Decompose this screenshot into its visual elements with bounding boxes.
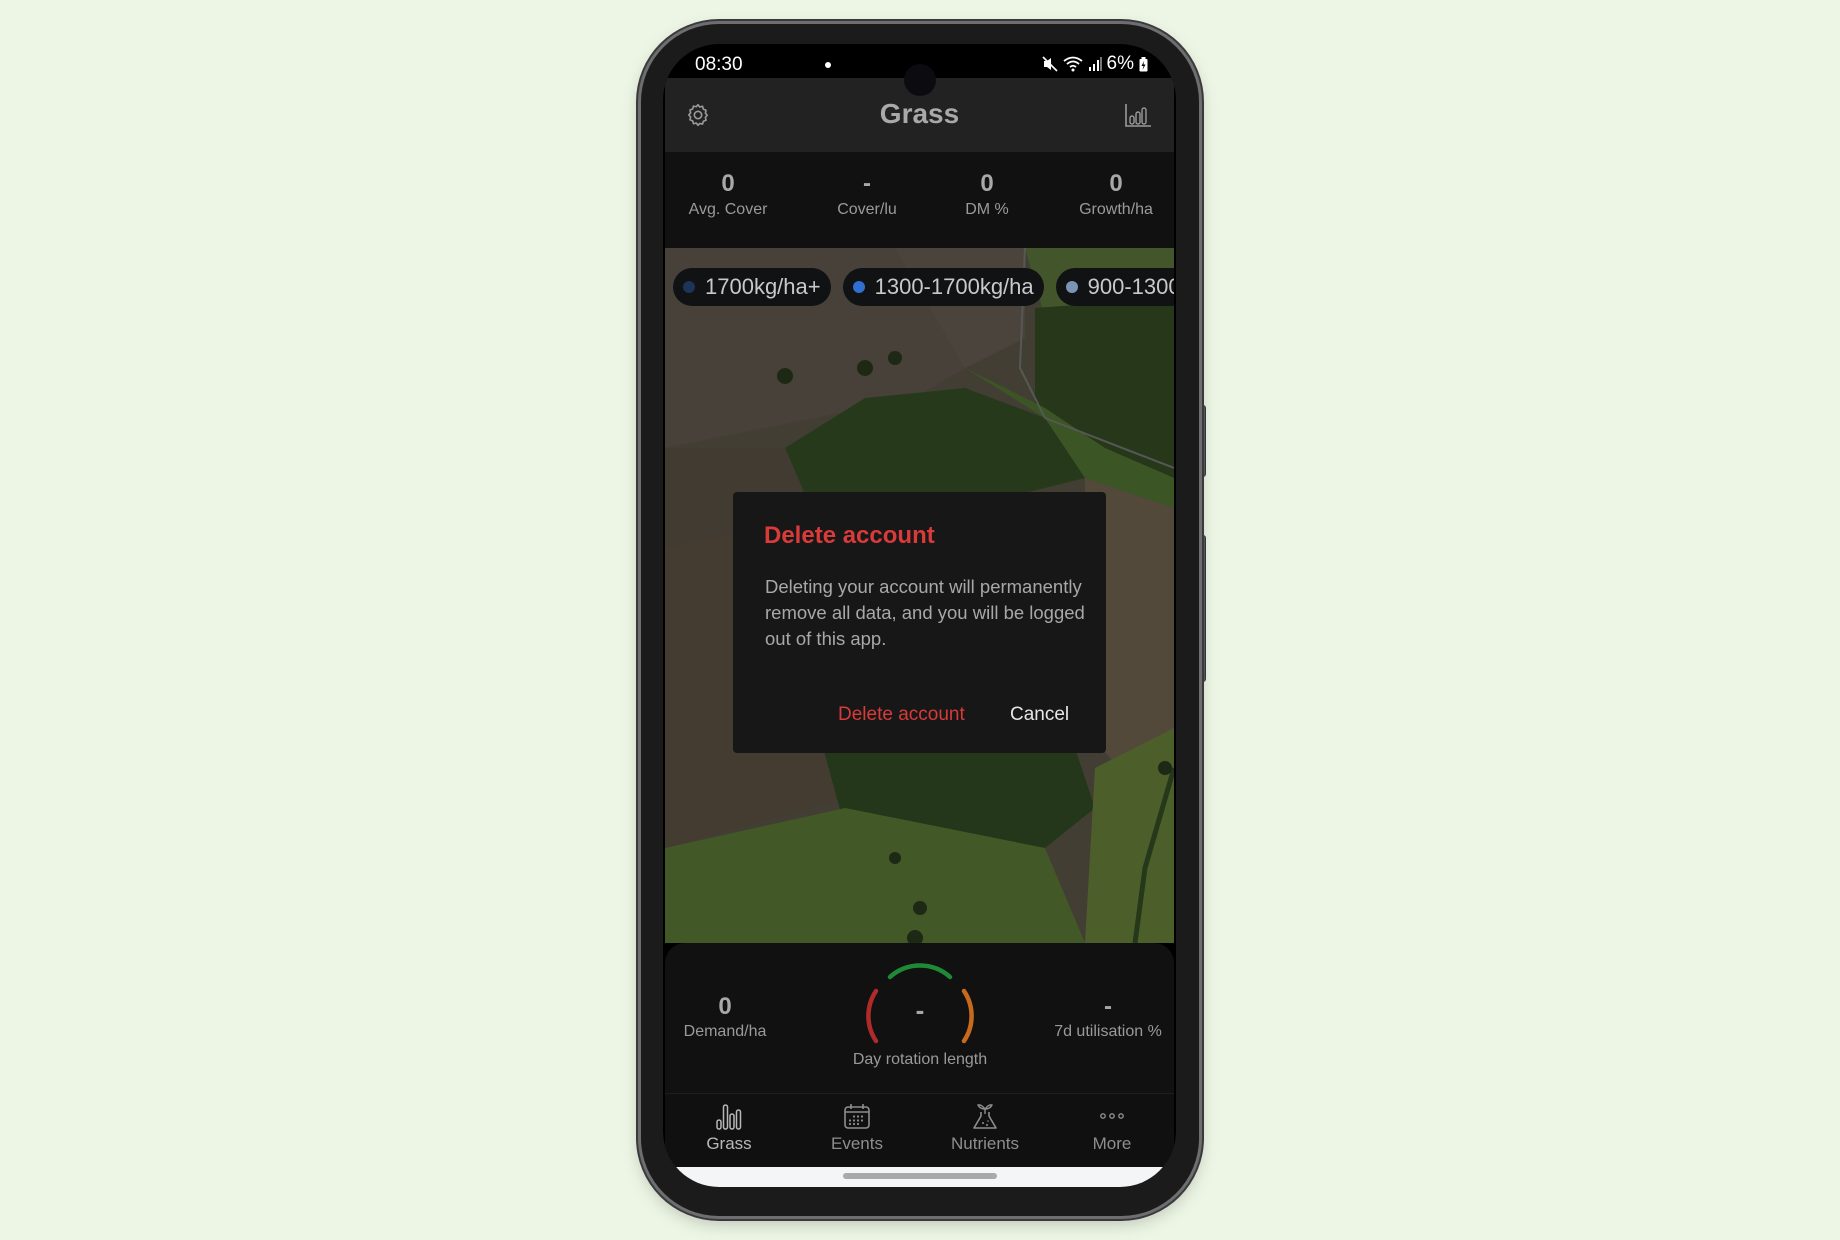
stats-bar: 0 Avg. Cover - Cover/lu 0 DM % 0 Growth/…	[665, 152, 1174, 248]
nav-more[interactable]: More	[1057, 1102, 1167, 1154]
gesture-area	[665, 1167, 1174, 1187]
stat-label: Avg. Cover	[688, 201, 768, 218]
stat-avg-cover: 0 Avg. Cover	[668, 170, 788, 219]
rotation-label: Day rotation length	[852, 1051, 988, 1068]
legend-color-dot	[683, 281, 695, 293]
wifi-icon	[1062, 56, 1083, 72]
gauge-arc-mid	[887, 963, 953, 980]
battery-charging-icon	[1139, 56, 1148, 71]
stat-label: DM %	[965, 201, 1009, 218]
volume-button	[1198, 405, 1206, 477]
mute-icon	[1041, 56, 1058, 72]
legend-chips: 1700kg/ha+ 1300-1700kg/ha 900-1300kg/ha	[673, 268, 1174, 306]
nav-label: Nutrients	[950, 1134, 1020, 1153]
legend-chip[interactable]: 1300-1700kg/ha	[842, 268, 1044, 306]
stat-growth-ha: 0 Growth/ha	[1056, 170, 1176, 219]
nav-events[interactable]: Events	[802, 1102, 912, 1154]
legend-chip-label: 1700kg/ha+	[705, 274, 821, 299]
nav-label: More	[1092, 1134, 1132, 1153]
stat-value: 0	[718, 993, 732, 1020]
delete-account-dialog: Delete account Deleting your account wil…	[733, 492, 1106, 753]
stat-value: 0	[980, 170, 994, 197]
notification-dot	[825, 62, 831, 68]
stat-value: 0	[1109, 170, 1123, 197]
legend-chip-label: 900-1300kg/ha	[1087, 274, 1174, 299]
stat-utilisation: - 7d utilisation %	[1045, 993, 1171, 1041]
nav-nutrients[interactable]: Nutrients	[930, 1102, 1040, 1154]
stat-value: -	[863, 170, 871, 197]
home-indicator[interactable]	[843, 1173, 997, 1179]
calendar-icon	[844, 1104, 870, 1129]
stat-label: 7d utilisation %	[1054, 1023, 1162, 1040]
bottom-nav: Grass Events Nutrients More	[665, 1093, 1174, 1168]
nav-label: Events	[831, 1134, 883, 1153]
flask-sprout-icon	[973, 1104, 997, 1129]
status-time: 08:30	[695, 54, 743, 75]
nav-label: Grass	[706, 1134, 752, 1153]
stat-value: -	[1104, 993, 1112, 1020]
legend-chip-label: 1300-1700kg/ha	[874, 274, 1034, 299]
stat-value: 0	[721, 170, 735, 197]
legend-color-dot	[1065, 281, 1078, 293]
battery-percent: 6%	[1106, 53, 1134, 74]
nav-grass[interactable]: Grass	[674, 1102, 784, 1154]
front-camera	[904, 64, 936, 96]
page-title: Grass	[879, 98, 960, 129]
bar-chart-icon[interactable]	[1124, 102, 1152, 128]
stat-dm-percent: 0 DM %	[927, 170, 1047, 219]
confirm-delete-button[interactable]: Delete account	[838, 704, 965, 726]
dialog-message: Deleting your account will permanently r…	[765, 576, 1085, 649]
rotation-value: -	[915, 995, 925, 1025]
bar-chart-icon	[716, 1104, 742, 1130]
stat-label: Growth/ha	[1079, 201, 1153, 218]
more-dots-icon	[1100, 1113, 1124, 1119]
stat-cover-lu: - Cover/lu	[807, 170, 927, 219]
legend-color-dot	[852, 281, 865, 293]
cancel-button[interactable]: Cancel	[1010, 704, 1069, 726]
dialog-title: Delete account	[764, 522, 935, 549]
legend-chip[interactable]: 900-1300kg/ha	[1055, 268, 1174, 306]
rotation-gauge: -	[860, 961, 980, 1051]
legend-chip[interactable]: 1700kg/ha+	[673, 268, 831, 306]
bottom-summary-panel: 0 Demand/ha - Day rotation length - 7d u…	[665, 943, 1174, 1093]
stat-label: Cover/lu	[837, 201, 897, 218]
stat-demand: 0 Demand/ha	[675, 993, 775, 1041]
signal-icon	[1088, 57, 1102, 71]
power-button	[1198, 535, 1206, 682]
stat-label: Demand/ha	[683, 1023, 767, 1040]
